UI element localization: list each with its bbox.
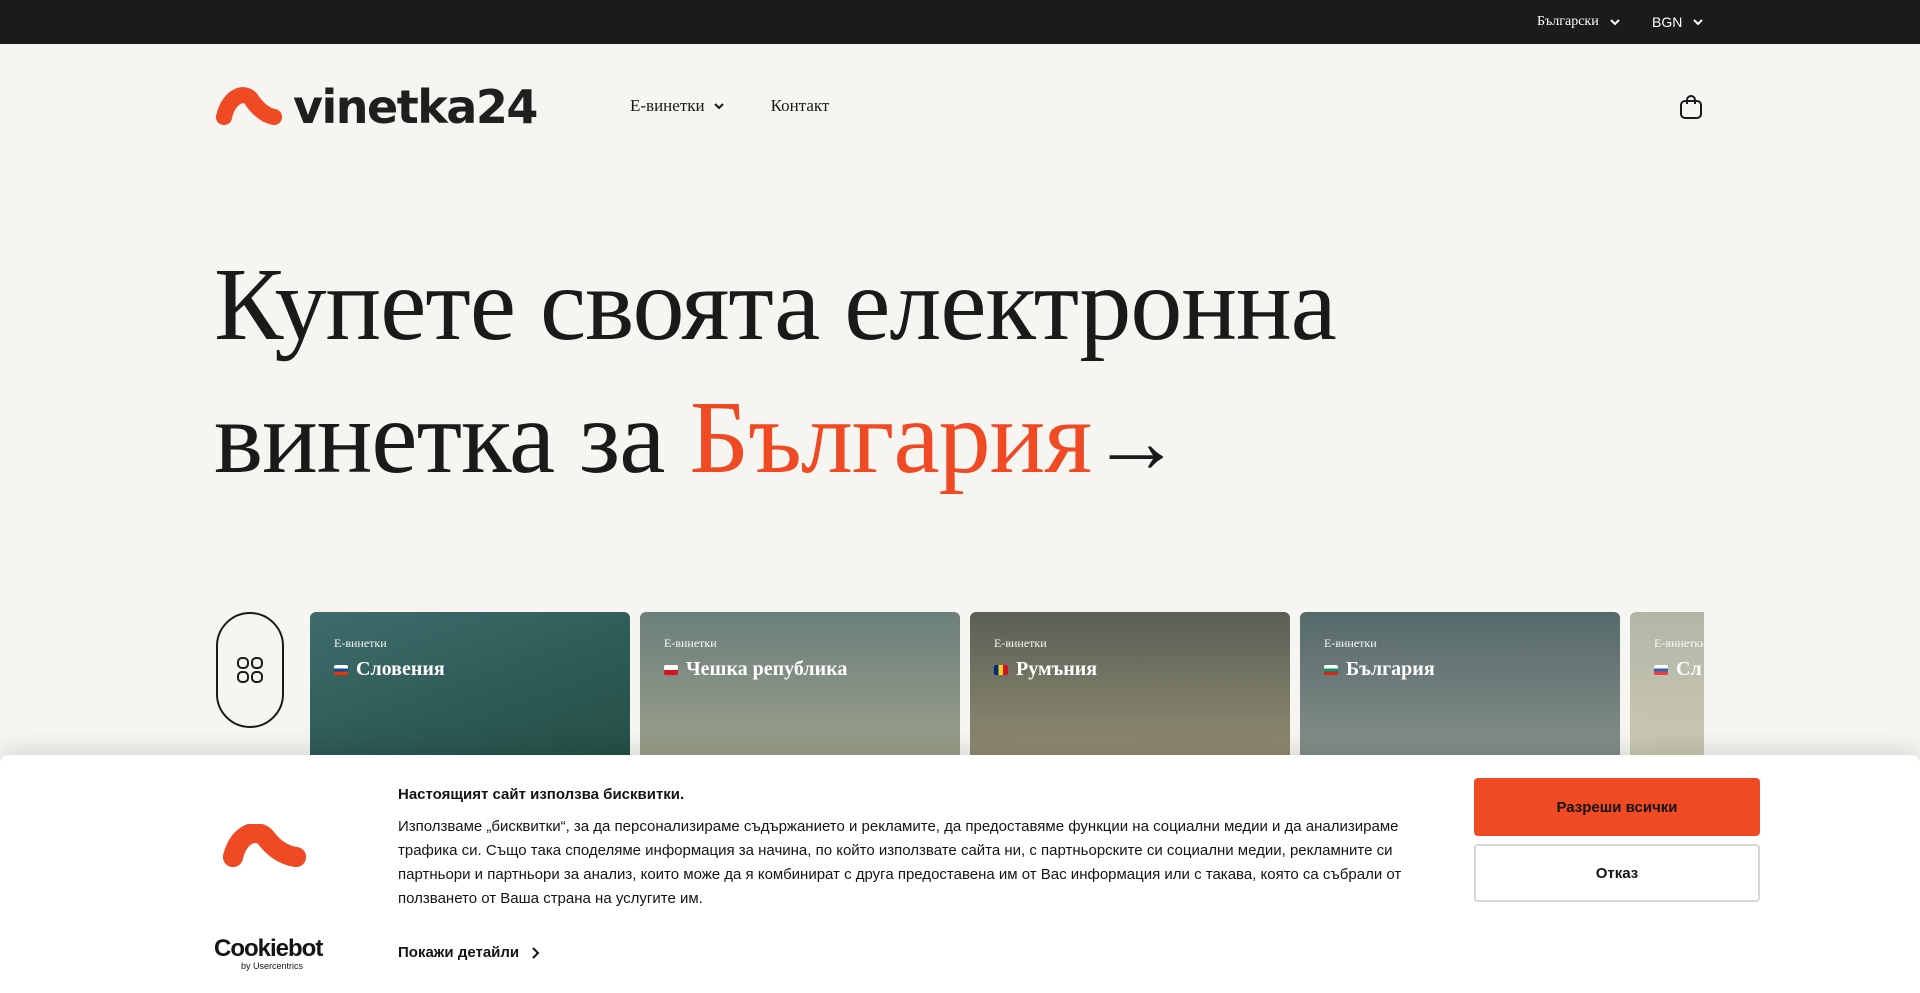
chevron-down-icon xyxy=(713,103,724,110)
nav-item-contact[interactable]: Контакт xyxy=(771,96,830,116)
cookie-text: Използваме „бисквитки“, за да персонализ… xyxy=(398,818,1402,907)
logo-mark-icon xyxy=(216,87,282,125)
language-label: Български xyxy=(1537,14,1599,29)
card-category: Е-винетки xyxy=(334,636,387,650)
nav-item-label: Контакт xyxy=(770,96,830,115)
card-country: Румъния xyxy=(994,658,1097,681)
cookiebot-name: Cookiebot xyxy=(214,935,323,962)
card-country-name: България xyxy=(1346,658,1435,680)
hero-country[interactable]: България xyxy=(689,380,1092,495)
card-country-name: Сл xyxy=(1676,658,1702,680)
romania-flag-icon xyxy=(994,664,1008,675)
hero-heading: Купете своята електронна винетка за Бълг… xyxy=(214,238,1337,509)
card-country: Словения xyxy=(334,658,445,681)
nav-item-evignettes[interactable]: Е-винетки xyxy=(630,96,725,116)
shopping-bag-icon[interactable] xyxy=(1678,94,1704,120)
language-selector[interactable]: Български xyxy=(1537,0,1621,44)
show-details-link[interactable]: Покажи детайли xyxy=(398,944,541,961)
show-details-label: Покажи детайли xyxy=(398,944,520,961)
site-logo[interactable]: vinetka24 xyxy=(215,80,538,134)
grid-icon xyxy=(237,657,263,683)
card-country: Сл xyxy=(1654,658,1702,681)
card-country: Чешка република xyxy=(664,658,847,681)
view-all-grid-button[interactable] xyxy=(216,612,284,728)
hero-line-1: Купете своята електронна xyxy=(214,247,1337,362)
card-country: България xyxy=(1324,658,1435,681)
currency-selector[interactable]: BGN xyxy=(1652,0,1704,44)
czech-flag-icon xyxy=(664,664,678,675)
card-country-name: Чешка република xyxy=(686,658,848,680)
chevron-down-icon xyxy=(1693,19,1704,26)
nav-item-label: Е-винетки xyxy=(630,96,705,115)
bulgaria-flag-icon xyxy=(1324,664,1338,675)
slovenia-flag-icon xyxy=(334,664,348,675)
card-category: Е-винетки xyxy=(1654,636,1704,650)
hero-arrow-icon: → xyxy=(1091,393,1181,492)
slovakia-flag-icon xyxy=(1654,664,1668,675)
top-bar: Български BGN xyxy=(0,0,1920,44)
logo-text: vinetka24 xyxy=(293,80,538,134)
currency-label: BGN xyxy=(1652,14,1683,30)
chevron-right-icon xyxy=(532,946,540,959)
card-category: Е-винетки xyxy=(1324,636,1377,650)
cookie-title: Настоящият сайт използва бисквитки. xyxy=(398,786,685,803)
brand-logo-mark-icon xyxy=(223,824,306,867)
card-country-name: Румъния xyxy=(1016,658,1098,680)
cookiebot-logo[interactable]: Cookiebot by Usercentrics xyxy=(214,935,323,972)
allow-all-button[interactable]: Разреши всички xyxy=(1474,778,1760,836)
card-category: Е-винетки xyxy=(664,636,717,650)
main-nav: Е-винетки Контакт xyxy=(630,96,829,116)
deny-button[interactable]: Отказ xyxy=(1474,844,1760,902)
hero-line-2-prefix: винетка за xyxy=(214,380,690,495)
card-category: Е-винетки xyxy=(994,636,1047,650)
chevron-down-icon xyxy=(1610,19,1620,26)
card-country-name: Словения xyxy=(356,658,445,680)
cookiebot-sub: by Usercentrics xyxy=(241,961,304,971)
